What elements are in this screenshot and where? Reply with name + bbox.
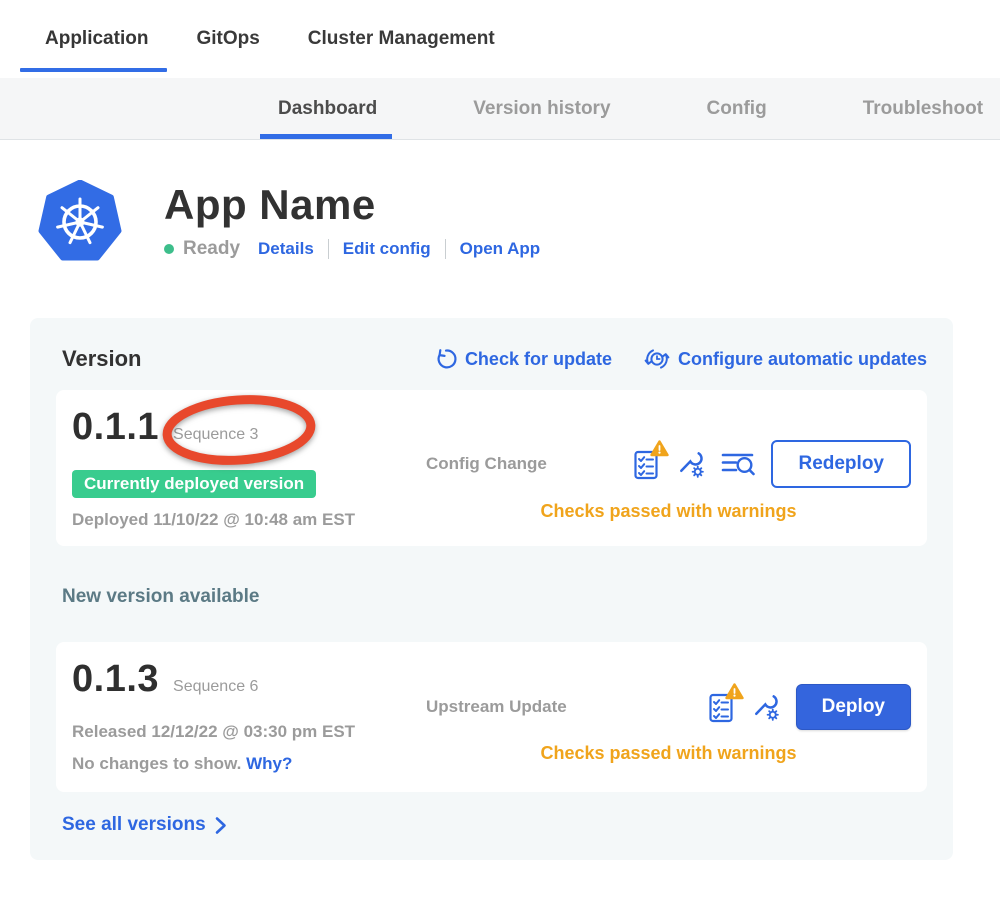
tab-troubleshoot[interactable]: Troubleshoot — [863, 78, 983, 139]
edit-config-link[interactable]: Edit config — [343, 239, 431, 259]
chevron-right-icon — [214, 816, 227, 835]
new-sequence-label: Sequence 6 — [173, 678, 258, 696]
kubernetes-logo — [38, 180, 122, 264]
deploy-button[interactable]: Deploy — [796, 684, 911, 730]
new-version-row: 0.1.3 Sequence 6 Released 12/12/22 @ 03:… — [56, 642, 927, 792]
tab-cluster-management[interactable]: Cluster Management — [308, 28, 495, 50]
primary-nav: Application GitOps Cluster Management — [0, 0, 1000, 78]
released-timestamp: Released 12/12/22 @ 03:30 pm EST — [72, 722, 396, 742]
redeploy-button[interactable]: Redeploy — [771, 440, 911, 488]
new-version-number: 0.1.3 — [72, 658, 159, 701]
deployed-timestamp: Deployed 11/10/22 @ 10:48 am EST — [72, 510, 396, 530]
refresh-icon — [435, 348, 457, 370]
status-badge: Ready — [183, 238, 240, 260]
tab-application[interactable]: Application — [45, 28, 148, 50]
version-source-label: Upstream Update — [426, 697, 567, 717]
active-tab-underline — [20, 68, 167, 72]
warning-triangle-icon — [725, 683, 744, 700]
wrench-gear-icon[interactable] — [751, 693, 780, 722]
version-source-label: Config Change — [426, 454, 547, 474]
why-link[interactable]: Why? — [246, 754, 292, 773]
see-all-versions-link[interactable]: See all versions — [62, 814, 927, 836]
version-card: Version Check for update Configure — [30, 318, 953, 860]
status-dot-icon — [164, 244, 174, 254]
check-for-update-button[interactable]: Check for update — [435, 348, 612, 370]
wrench-gear-icon[interactable] — [676, 450, 705, 479]
current-sequence-label: Sequence 3 — [173, 426, 258, 444]
check-for-update-label: Check for update — [465, 349, 612, 370]
preflight-result-text: Checks passed with warnings — [426, 743, 911, 764]
details-link[interactable]: Details — [258, 239, 314, 259]
configure-auto-updates-label: Configure automatic updates — [678, 349, 927, 370]
clock-cycle-icon — [644, 346, 670, 372]
current-version-row: 0.1.1 Sequence 3 Currently deployed vers… — [56, 390, 927, 546]
tab-config[interactable]: Config — [707, 78, 767, 139]
tab-version-history[interactable]: Version history — [473, 78, 610, 139]
open-app-link[interactable]: Open App — [460, 239, 541, 259]
tab-gitops[interactable]: GitOps — [196, 28, 259, 50]
see-all-versions-label: See all versions — [62, 814, 206, 836]
version-card-title: Version — [62, 346, 141, 372]
view-diff-icon[interactable] — [721, 450, 755, 478]
currently-deployed-badge: Currently deployed version — [72, 470, 316, 498]
tab-dashboard[interactable]: Dashboard — [278, 78, 377, 139]
configure-auto-updates-button[interactable]: Configure automatic updates — [644, 346, 927, 372]
no-changes-text: No changes to show. — [72, 754, 241, 773]
secondary-nav: Dashboard Version history Config Trouble… — [0, 78, 1000, 140]
warning-triangle-icon — [650, 440, 669, 457]
preflight-result-text: Checks passed with warnings — [426, 501, 911, 522]
page-title: App Name — [164, 182, 540, 228]
preflight-checks-icon[interactable] — [633, 448, 660, 480]
preflight-checks-icon[interactable] — [708, 691, 735, 723]
divider — [445, 239, 446, 259]
divider — [328, 239, 329, 259]
current-version-number: 0.1.1 — [72, 406, 159, 449]
app-header: App Name Ready Details Edit config Open … — [0, 140, 1000, 264]
new-version-heading: New version available — [62, 586, 927, 608]
